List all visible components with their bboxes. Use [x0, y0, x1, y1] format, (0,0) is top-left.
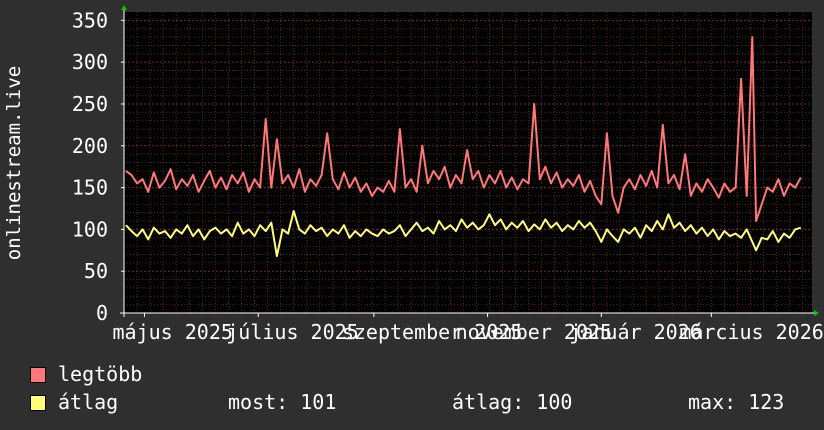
stat-current-value: 101 — [300, 390, 337, 414]
plot-area — [124, 12, 812, 313]
legend-swatch-avg — [30, 395, 46, 411]
y-tick-label: 0 — [96, 301, 108, 325]
stat-max-value: 123 — [748, 390, 785, 414]
y-tick-label: 200 — [72, 134, 108, 158]
stat-average-value: 100 — [536, 390, 573, 414]
x-axis-arrow — [814, 310, 819, 316]
legend-avg: átlag most: 101 átlag: 100 max: 123 — [30, 391, 820, 415]
stat-max-label: max: — [688, 390, 737, 414]
x-tick-label: május 2025 — [113, 320, 233, 344]
x-tick-label: március 2026 — [679, 320, 824, 344]
y-tick-label: 250 — [72, 92, 108, 116]
legend-label-max: legtöbb — [58, 362, 143, 386]
y-tick-label: 50 — [84, 259, 108, 283]
y-tick-label: 150 — [72, 176, 108, 200]
x-tick-label: július 2025 — [226, 320, 358, 344]
y-axis-arrow — [121, 5, 127, 10]
legend-swatch-max — [30, 367, 46, 383]
legend-max: legtöbb — [30, 363, 820, 387]
stat-current-label: most: — [228, 390, 289, 414]
y-axis-title: onlinestream.live — [3, 66, 25, 260]
y-tick-label: 350 — [72, 8, 108, 32]
y-tick-label: 100 — [72, 217, 108, 241]
stat-average-label: átlag: — [452, 390, 525, 414]
stat-average: átlag: 100 — [452, 391, 572, 413]
y-tick-label: 300 — [72, 50, 108, 74]
stat-current: most: 101 — [228, 391, 336, 413]
legend-label-avg: átlag — [58, 390, 119, 414]
stat-max: max: 123 — [688, 391, 784, 413]
